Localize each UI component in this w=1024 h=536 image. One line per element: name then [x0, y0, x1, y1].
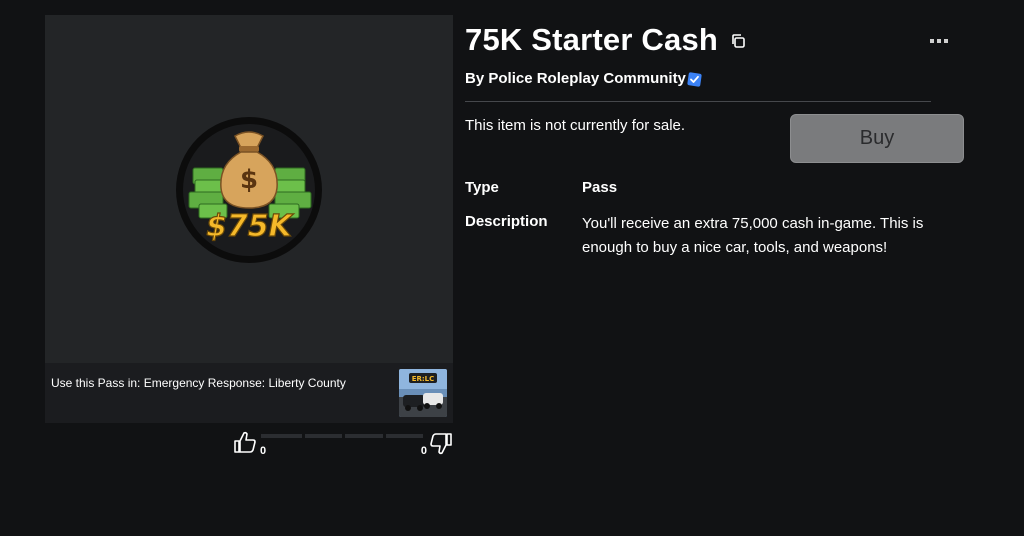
description-value: You'll receive an extra 75,000 cash in-g…	[582, 215, 924, 256]
creator-line: By Police Roleplay Community	[465, 70, 686, 87]
verified-badge-icon	[687, 72, 702, 87]
item-thumbnail-container: $ $75K	[45, 15, 453, 363]
svg-text:ER:LC: ER:LC	[412, 375, 435, 383]
description-label: Description	[465, 213, 548, 230]
type-label: Type	[465, 179, 499, 196]
svg-text:$: $	[240, 165, 258, 195]
more-options-icon[interactable]	[929, 38, 949, 44]
vote-ratio-bar	[261, 434, 423, 438]
place-name[interactable]: Emergency Response: Liberty County	[144, 376, 346, 390]
place-thumbnail[interactable]: ER:LC	[399, 369, 447, 417]
item-thumbnail: $ $75K	[176, 117, 322, 263]
downvote-button[interactable]: 0	[413, 430, 453, 460]
downvote-count: 0	[420, 445, 427, 457]
sale-status-text: This item is not currently for sale.	[465, 117, 686, 134]
item-title: 75K Starter Cash	[465, 22, 719, 57]
creator-link[interactable]: Police Roleplay Community	[488, 70, 686, 87]
buy-button[interactable]: Buy	[790, 114, 964, 163]
place-bar: Use this Pass in: Emergency Response: Li…	[45, 363, 453, 423]
svg-text:$75K: $75K	[206, 209, 295, 244]
place-link[interactable]: Use this Pass in: Emergency Response: Li…	[51, 376, 346, 390]
thumbs-down-icon	[430, 433, 452, 455]
header-divider	[465, 101, 931, 102]
copy-icon[interactable]	[730, 33, 746, 49]
upvote-count: 0	[260, 445, 267, 457]
creator-prefix: By	[465, 70, 485, 87]
thumbs-up-icon	[234, 431, 256, 453]
type-value: Pass	[582, 179, 618, 196]
vote-bar-container: 0 0	[233, 430, 453, 460]
place-prefix: Use this Pass in:	[51, 376, 141, 390]
item-media-panel: $ $75K Use this Pass in: Emergency Respo…	[45, 15, 453, 423]
item-details-page: $ $75K Use this Pass in: Emergency Respo…	[0, 0, 1024, 536]
